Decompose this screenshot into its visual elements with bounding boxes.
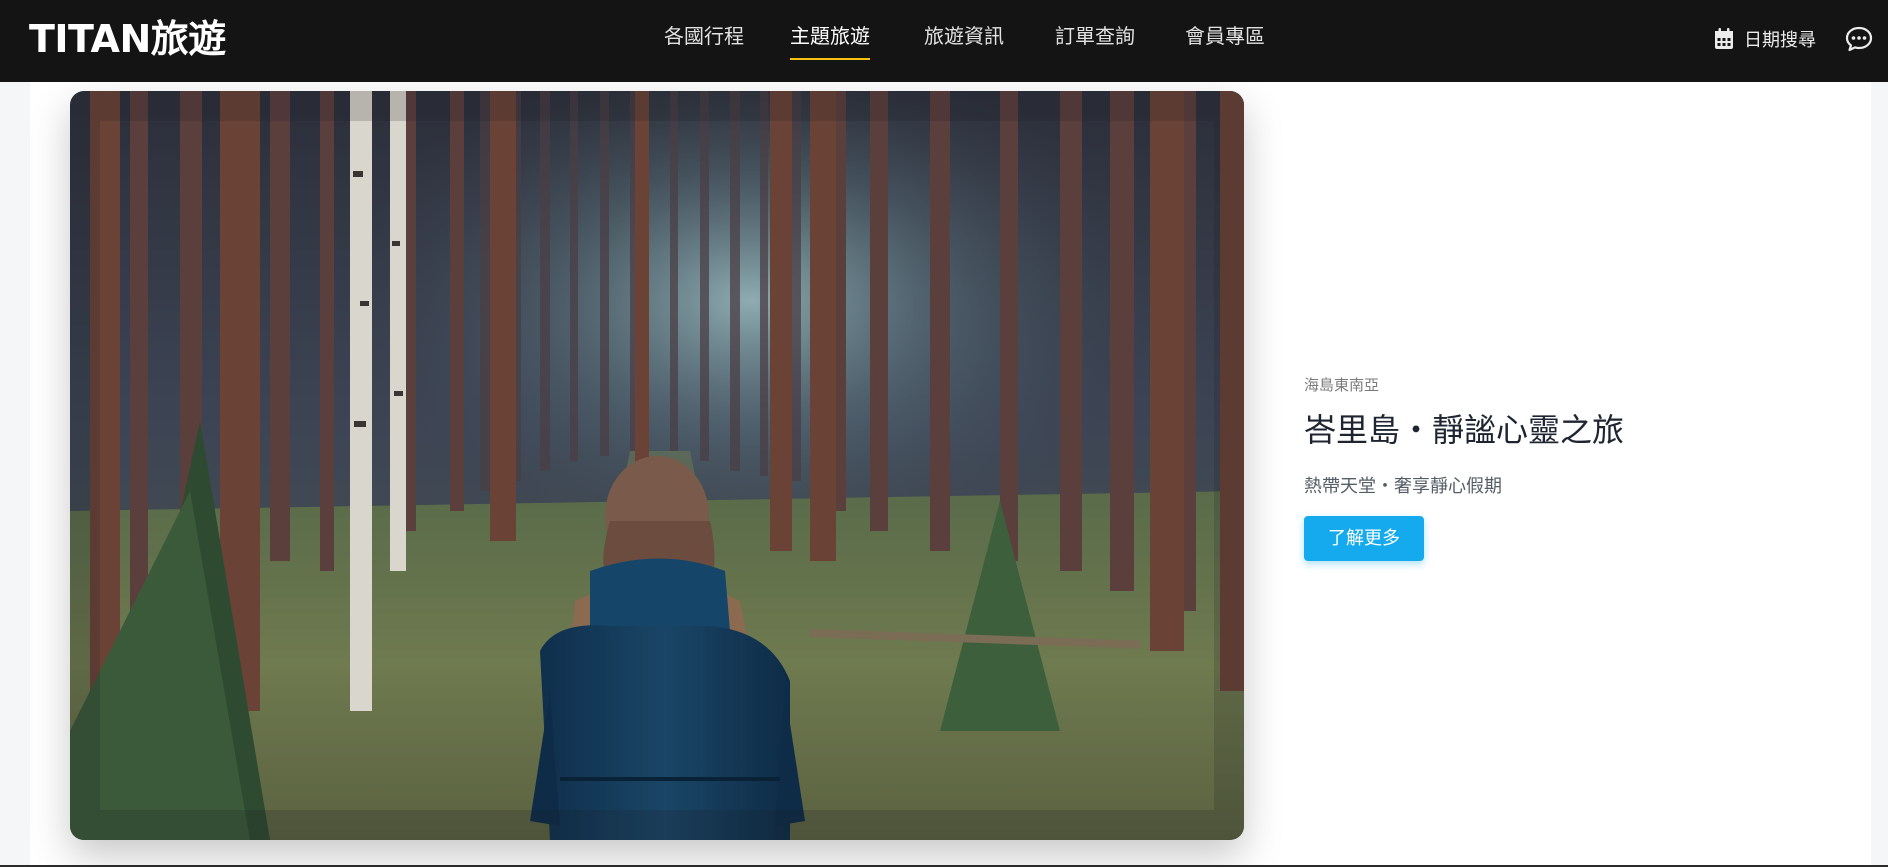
nav-item-travel-info[interactable]: 旅遊資訊 bbox=[924, 22, 1004, 58]
chat-icon bbox=[1845, 26, 1873, 52]
chat-button[interactable] bbox=[1845, 25, 1873, 53]
date-search-label: 日期搜尋 bbox=[1744, 30, 1816, 51]
nav-item-member-zone[interactable]: 會員專區 bbox=[1185, 22, 1265, 58]
nav-item-order-lookup[interactable]: 訂單查詢 bbox=[1055, 22, 1135, 58]
date-search-button[interactable]: 日期搜尋 bbox=[1714, 24, 1816, 54]
feature-subtitle: 熱帶天堂・奢享靜心假期 bbox=[1304, 476, 1502, 497]
feature-photo bbox=[70, 91, 1244, 840]
feature-category[interactable]: 海島東南亞 bbox=[1304, 374, 1824, 396]
nav-item-theme-travel[interactable]: 主題旅遊 bbox=[790, 22, 870, 60]
feature-info: 海島東南亞 峇里島・靜謐心靈之旅 熱帶天堂・奢享靜心假期 了解更多 bbox=[1304, 374, 1824, 561]
top-navbar: TITAN旅遊 各國行程 主題旅遊 旅遊資訊 訂單查詢 會員專區 日期搜尋 bbox=[0, 0, 1888, 82]
site-logo[interactable]: TITAN旅遊 bbox=[29, 14, 226, 64]
feature-title: 峇里島・靜謐心靈之旅 bbox=[1304, 411, 1625, 449]
learn-more-button[interactable]: 了解更多 bbox=[1304, 516, 1424, 561]
nav-item-countries[interactable]: 各國行程 bbox=[664, 22, 744, 58]
calendar-icon bbox=[1715, 28, 1733, 49]
